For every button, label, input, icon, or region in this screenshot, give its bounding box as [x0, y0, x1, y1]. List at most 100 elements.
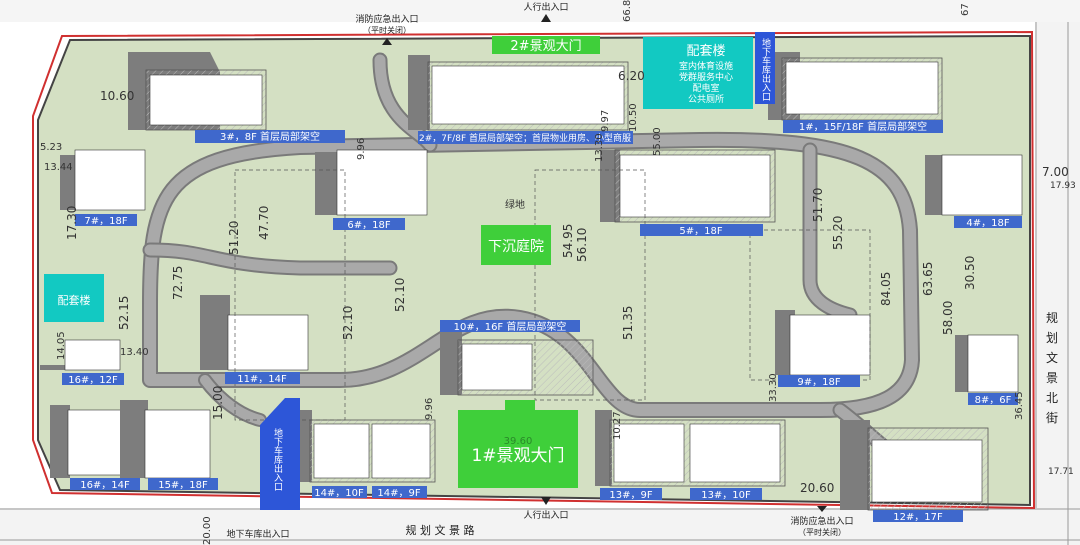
label-building-14b: 14#，9F: [377, 488, 420, 499]
label-building-11: 11#，14F: [237, 374, 287, 385]
site-plan-svg: 3#，8F 首层局部架空 2#，7F/8F 首层局部架空；首层物业用房、小型商服…: [0, 0, 1080, 545]
dimension: 10.27: [612, 411, 623, 440]
label-building-12: 12#，17F: [893, 512, 943, 523]
fire-entrance-top-label: 消防应急出入口: [355, 13, 418, 25]
underground-entrance-bottom-label: 地下车库出入口: [226, 528, 289, 540]
dimension: 33.30: [768, 373, 779, 402]
dimension: 9.96: [424, 398, 435, 420]
dimension: 52.10: [393, 278, 407, 312]
sunken-court-label: 下沉庭院: [488, 238, 544, 255]
building-plan: [619, 154, 771, 218]
facility-title-top-right: 配套楼: [686, 43, 725, 59]
building-plan: [64, 339, 121, 371]
road-name-char: 划: [1046, 331, 1058, 345]
building-8: [955, 334, 1019, 393]
building-plan: [967, 334, 1019, 393]
building-plan: [871, 439, 983, 503]
label-building-9: 9#，18F: [797, 377, 840, 388]
building-shadow: [120, 400, 148, 478]
building-plan: [431, 65, 625, 125]
top-gate-label: 2#景观大门: [510, 39, 581, 54]
dimension: 10.60: [100, 89, 134, 103]
facility-line: 配电室: [692, 82, 719, 94]
dimension: 51.20: [227, 221, 241, 255]
label-building-15: 15#，18F: [158, 480, 208, 491]
main-gate-label: 1#景观大门: [471, 446, 564, 466]
dimension: 7.00: [1042, 165, 1069, 179]
dimension: 51.70: [811, 188, 825, 222]
road-name-bottom: 规 划 文 景 路: [406, 523, 475, 537]
building-plan: [461, 343, 533, 391]
dimension: 47.70: [257, 206, 271, 240]
facility-line: 公共厕所: [688, 94, 724, 105]
fire-entrance-bottom-label: 消防应急出入口: [790, 515, 853, 527]
building-plan: [149, 74, 263, 126]
road-name-char: 街: [1046, 411, 1058, 425]
dimension: 20.60: [800, 481, 834, 495]
dimension: 55.20: [831, 216, 845, 250]
dimension: 54.95: [561, 224, 575, 258]
dimension: 63.65: [921, 262, 935, 296]
dimension: 17.30: [65, 206, 79, 240]
building-plan: [613, 423, 685, 483]
label-building-16a: 16#，12F: [68, 375, 118, 386]
road-name-char: 北: [1046, 391, 1058, 405]
building-12: [840, 420, 989, 511]
building-9: [775, 310, 871, 376]
label-building-14a: 14#，10F: [314, 488, 364, 499]
building-shadow: [40, 365, 65, 370]
label-building-13a: 13#，9F: [609, 490, 652, 501]
underground-entrance-left-label: 地下车库出入口: [272, 427, 283, 491]
dimension: 30.50: [963, 256, 977, 290]
dimension: 67: [960, 3, 971, 16]
building-shadow: [840, 420, 870, 510]
pedestrian-entrance-top-label: 人行出入口: [523, 1, 568, 13]
dimension: 13.30: [594, 133, 605, 162]
dimension: 36.45: [1014, 391, 1025, 420]
dimension: 13.44: [44, 162, 73, 173]
building-plan: [689, 423, 781, 483]
building-1: [768, 52, 943, 121]
label-building-7: 7#，18F: [84, 216, 127, 227]
fire-entrance-bottom-note: （平时关闭）: [798, 527, 846, 537]
road-name-char: 景: [1046, 371, 1058, 385]
building-plan: [144, 409, 211, 479]
building-14: [300, 410, 436, 483]
dimension: 17.93: [1050, 181, 1076, 191]
road-name-char: 规: [1046, 310, 1058, 325]
dimension: 15.00: [211, 386, 225, 420]
dimension: 13.40: [120, 347, 149, 358]
dimension: 58.00: [941, 301, 955, 335]
dimension: 5.23: [40, 142, 62, 153]
dimension: 51.35: [621, 306, 635, 340]
site-plan: 3#，8F 首层局部架空 2#，7F/8F 首层局部架空；首层物业用房、小型商服…: [0, 0, 1080, 545]
right-street: [1035, 0, 1080, 508]
label-building-6: 6#，18F: [347, 220, 390, 231]
road-name-char: 文: [1046, 350, 1058, 365]
dimension: 9.97: [600, 110, 611, 132]
building-plan: [336, 149, 428, 216]
dimension: 52.15: [117, 296, 131, 330]
label-building-10: 10#，16F 首层局部架空: [454, 320, 567, 333]
dimension: 20.00: [202, 516, 213, 545]
facility-title-left: 配套楼: [58, 293, 91, 307]
dimension: 14.05: [56, 331, 67, 360]
dimension: 84.05: [879, 272, 893, 306]
building-plan: [74, 149, 146, 211]
green-area-label: 绿地: [505, 198, 525, 211]
dimension: 6.20: [618, 69, 645, 83]
dimension: 56.10: [575, 228, 589, 262]
facility-line: 党群服务中心: [679, 71, 733, 83]
label-building-4: 4#，18F: [966, 218, 1009, 229]
dimension: 66.8: [622, 0, 633, 22]
building-shadow: [408, 55, 430, 130]
building-plan: [785, 61, 939, 115]
dimension: 17.71: [1048, 467, 1074, 477]
label-building-16b: 16#，14F: [80, 480, 130, 491]
dimension: 52.10: [341, 306, 355, 340]
main-gate-dimension: 39.60: [504, 436, 533, 447]
label-building-5: 5#，18F: [679, 226, 722, 237]
building-6: [315, 149, 428, 216]
building-plan: [227, 314, 309, 371]
building-10: [440, 330, 594, 396]
